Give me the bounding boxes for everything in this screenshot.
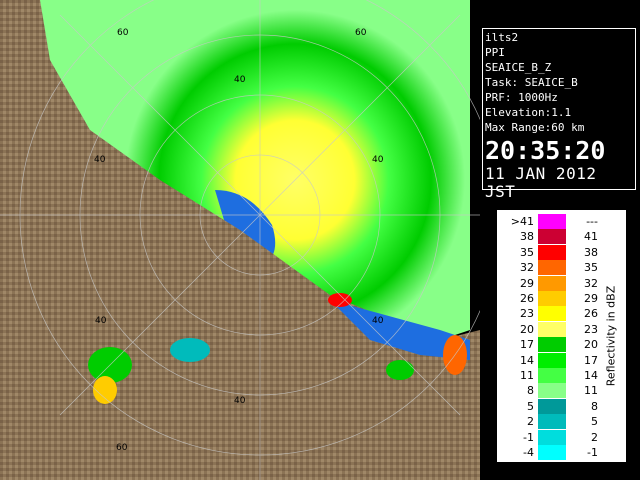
scale-axis-title: Reflectivity in dBZ: [604, 285, 618, 387]
scale-low-value: -1: [523, 430, 534, 444]
scale-low-value: 14: [520, 353, 534, 367]
scale-high-value: 23: [584, 322, 598, 336]
scale-low-value: -4: [523, 446, 534, 459]
scale-low-value: 17: [520, 338, 534, 352]
echo-blob: [386, 360, 414, 380]
scale-color-swatch: [538, 321, 566, 337]
scale-row: >41 ---: [498, 214, 625, 230]
range-label: 40: [372, 155, 384, 165]
scale-row: -1 2: [498, 429, 625, 446]
scale-high-value: 20: [584, 338, 598, 352]
scale-low-value: 26: [520, 292, 534, 305]
max-range-value: Max Range:60 km: [485, 121, 585, 134]
site-name: ilts2: [485, 31, 519, 44]
scale-color-swatch: [538, 306, 566, 322]
scale-low-value: 2: [527, 415, 534, 429]
scale-row: 38 41: [498, 229, 625, 245]
scale-color-swatch: [538, 352, 566, 368]
scale-low-value: 23: [520, 307, 534, 321]
radar-map: 60 40 60 40 40 40 40 40 60: [0, 0, 480, 480]
scale-color-swatch: [538, 260, 566, 276]
scale-color-swatch: [538, 337, 566, 353]
scale-high-value: 5: [591, 415, 598, 429]
scale-high-value: 38: [584, 245, 598, 259]
scale-low-value: >41: [510, 215, 534, 228]
scale-color-swatch: [538, 291, 566, 306]
scale-low-value: 29: [520, 276, 534, 290]
scale-color-swatch: [538, 398, 566, 414]
product-name: SEAICE_B_Z: [485, 61, 552, 74]
range-label: 60: [117, 28, 129, 38]
scale-color-swatch: [538, 275, 566, 291]
task-name: Task: SEAICE_B: [485, 76, 578, 89]
scale-high-value: 8: [591, 399, 598, 413]
scan-mode: PPI: [485, 46, 505, 59]
scale-color-swatch: [538, 244, 566, 260]
scale-color-swatch: [538, 229, 566, 245]
scale-color-swatch: [538, 214, 566, 229]
radar-info-panel: ilts2 PPI SEAICE_B_Z Task: SEAICE_B PRF:…: [482, 28, 636, 201]
scale-color-swatch: [538, 414, 566, 430]
scale-low-value: 35: [520, 245, 534, 259]
scale-color-swatch: [538, 429, 566, 445]
elevation-value: Elevation:1.1: [485, 106, 572, 119]
scan-time: 20:35:20: [485, 136, 606, 165]
scale-high-value: 41: [584, 230, 598, 244]
scale-low-value: 8: [527, 384, 534, 398]
scale-high-value: 11: [584, 384, 598, 398]
prf-value: PRF: 1000Hz: [485, 91, 558, 104]
scan-date: 11 JAN 2012 JST: [485, 164, 597, 201]
echo-blob: [170, 338, 210, 362]
scale-high-value: -1: [587, 446, 598, 459]
range-label: 40: [372, 316, 384, 326]
scale-high-value: 35: [584, 261, 598, 275]
range-label: 40: [234, 396, 246, 406]
scale-high-value: 26: [584, 307, 598, 321]
range-label: 40: [95, 316, 107, 326]
scale-high-value: 2: [591, 430, 598, 444]
scale-low-value: 20: [520, 322, 534, 336]
scale-low-value: 11: [520, 369, 534, 382]
reflectivity-color-scale: >41 --- 38 41 35 38 32 35 29 32 26 29 23 26 20 23 17 20 14…: [497, 210, 626, 462]
radar-ppi-display: 60 40 60 40 40 40 40 40 60: [0, 0, 480, 480]
scale-color-swatch: [538, 383, 566, 399]
range-label: 40: [94, 155, 106, 165]
scale-high-value: ---: [586, 215, 598, 228]
scale-high-value: 17: [584, 353, 598, 367]
range-label: 60: [355, 28, 367, 38]
scale-low-value: 32: [520, 261, 534, 275]
scale-color-swatch: [538, 368, 566, 383]
echo-blob: [93, 376, 117, 404]
scale-low-value: 38: [520, 230, 534, 244]
scale-low-value: 5: [527, 399, 534, 413]
range-label: 60: [116, 443, 128, 453]
scale-row: -4 -1: [498, 445, 625, 461]
scale-high-value: 14: [584, 369, 598, 382]
scale-color-swatch: [538, 445, 566, 460]
range-label: 40: [234, 75, 246, 85]
scale-high-value: 32: [584, 276, 598, 290]
scale-high-value: 29: [584, 292, 598, 305]
